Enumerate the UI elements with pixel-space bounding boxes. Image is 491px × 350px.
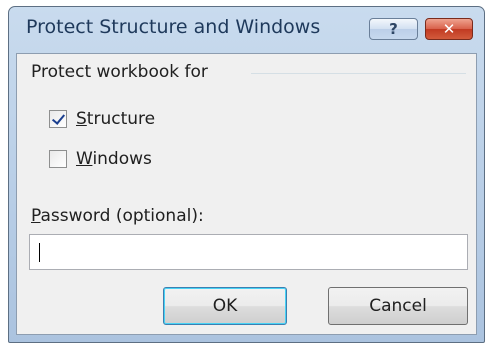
dialog-title: Protect Structure and Windows (26, 16, 321, 38)
cancel-button[interactable]: Cancel (328, 287, 468, 325)
windows-checkbox[interactable] (49, 150, 67, 168)
password-input[interactable] (29, 234, 468, 270)
windows-label: Windows (76, 149, 152, 169)
help-button[interactable]: ? (369, 18, 418, 40)
windows-option[interactable]: Windows (49, 149, 152, 169)
dialog-body: Protect workbook for Structure Windows P… (16, 53, 477, 335)
close-button[interactable]: ✕ (425, 18, 473, 40)
structure-checkbox[interactable] (49, 110, 67, 128)
structure-label: Structure (76, 109, 156, 129)
group-divider (251, 73, 466, 74)
protect-structure-dialog: Protect Structure and Windows ? ✕ Protec… (8, 6, 485, 343)
password-label: Password (optional): (31, 206, 204, 226)
protect-workbook-group-label: Protect workbook for (31, 62, 208, 82)
question-mark-icon: ? (389, 20, 398, 38)
structure-option[interactable]: Structure (49, 109, 155, 129)
text-caret (39, 243, 40, 262)
title-bar[interactable]: Protect Structure and Windows ? ✕ (9, 7, 484, 53)
ok-button[interactable]: OK (163, 287, 287, 325)
close-icon: ✕ (442, 20, 456, 38)
